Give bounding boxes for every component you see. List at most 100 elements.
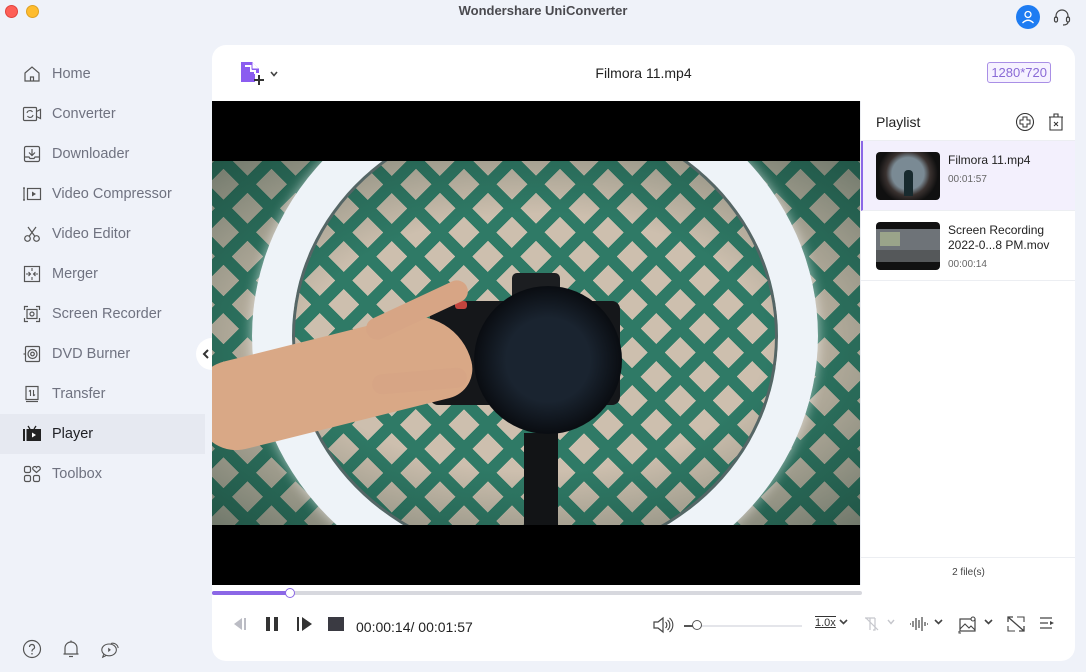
playlist-item[interactable]: Screen Recording 2022-0...8 PM.mov 00:00… (861, 211, 1075, 281)
audio-track-button[interactable] (909, 616, 929, 632)
playlist-toggle-button[interactable] (1039, 616, 1055, 630)
sidebar-item-converter[interactable]: Converter (0, 94, 205, 134)
time-display: 00:00:14/ 00:01:57 (356, 619, 473, 635)
compress-icon (22, 184, 42, 204)
sidebar-item-player[interactable]: Player (0, 414, 205, 454)
playlist-item-name: Screen Recording 2022-0...8 PM.mov (948, 223, 1050, 252)
volume-handle[interactable] (691, 620, 702, 630)
previous-icon (234, 618, 246, 630)
sidebar-item-video-compressor[interactable]: Video Compressor (0, 174, 205, 214)
fullscreen-icon (1007, 616, 1025, 632)
merge-icon (22, 264, 42, 284)
sidebar-item-merger[interactable]: Merger (0, 254, 205, 294)
subtitle-icon (865, 617, 879, 631)
player-panel: Filmora 11.mp4 1280*720 00:00:14/ 00:01:… (212, 45, 1075, 661)
sidebar-item-label: Transfer (52, 386, 106, 402)
scissors-icon (22, 224, 42, 244)
sidebar-item-label: Merger (52, 266, 98, 282)
time-separator: / (410, 619, 415, 635)
chevron-left-icon (202, 349, 209, 359)
feedback-icon[interactable] (100, 638, 120, 660)
chevron-down-icon (839, 619, 848, 625)
playlist-item-duration: 00:00:14 (948, 259, 987, 270)
playlist-panel: Playlist Filmora 11.mp4 00:01:57 Screen … (860, 101, 1075, 585)
playback-controls: 00:00:14/ 00:01:57 1.0x (212, 611, 1075, 641)
sidebar-item-label: Screen Recorder (52, 306, 162, 322)
chevron-down-icon (887, 619, 895, 625)
sidebar-item-label: Video Compressor (52, 186, 172, 202)
sidebar-item-dvd-burner[interactable]: DVD Burner (0, 334, 205, 374)
support-button[interactable] (1050, 5, 1074, 29)
total-time: 00:01:57 (418, 619, 473, 635)
playlist-icon (1040, 617, 1054, 629)
resolution-badge: 1280*720 (987, 62, 1051, 83)
sidebar-bottom-actions (22, 638, 120, 660)
speaker-icon (653, 616, 674, 634)
subtitle-dropdown[interactable] (887, 619, 895, 625)
app-title: Wondershare UniConverter (458, 3, 628, 18)
tv-icon (22, 424, 42, 444)
image-icon (958, 616, 976, 634)
current-time: 00:00:14 (356, 619, 411, 635)
plus-circle-icon (1015, 112, 1035, 132)
playlist-item[interactable]: Filmora 11.mp4 00:01:57 (861, 141, 1075, 211)
help-icon[interactable] (22, 638, 42, 660)
video-viewport[interactable] (212, 101, 860, 585)
sidebar-item-label: Home (52, 66, 91, 82)
sidebar: Home Converter Downloader Video Compress… (0, 54, 205, 494)
disc-icon (22, 344, 42, 364)
next-icon (297, 617, 312, 631)
next-frame-button[interactable] (296, 616, 314, 632)
trash-icon (1049, 113, 1063, 131)
seek-handle[interactable] (285, 588, 295, 598)
seek-fill (212, 591, 290, 595)
sidebar-item-downloader[interactable]: Downloader (0, 134, 205, 174)
sidebar-item-label: Video Editor (52, 226, 131, 242)
previous-button[interactable] (232, 616, 248, 632)
pause-icon (266, 617, 278, 631)
transfer-icon (22, 384, 42, 404)
screenshot-button[interactable] (958, 616, 978, 634)
speed-dropdown[interactable] (839, 619, 848, 625)
subtitle-button[interactable] (864, 616, 880, 632)
sidebar-item-label: DVD Burner (52, 346, 131, 362)
home-icon (22, 64, 42, 84)
file-title: Filmora 11.mp4 (595, 65, 692, 81)
sidebar-item-screen-recorder[interactable]: Screen Recorder (0, 294, 205, 334)
seek-track (212, 591, 862, 595)
account-button[interactable] (1016, 5, 1040, 29)
chevron-down-icon (934, 619, 943, 625)
volume-slider[interactable] (684, 620, 802, 630)
stop-icon (328, 617, 344, 631)
video-thumbnail (876, 222, 940, 270)
sidebar-item-label: Toolbox (52, 466, 102, 482)
top-right-actions (1016, 5, 1074, 29)
bell-icon[interactable] (61, 638, 81, 660)
headset-icon (1053, 9, 1071, 26)
record-screen-icon (22, 304, 42, 324)
seek-bar[interactable] (212, 588, 862, 598)
pause-button[interactable] (264, 616, 280, 632)
sidebar-item-label: Converter (52, 106, 116, 122)
chevron-down-icon (984, 619, 993, 625)
sidebar-item-label: Downloader (52, 146, 130, 162)
sidebar-item-home[interactable]: Home (0, 54, 205, 94)
player-header: Filmora 11.mp4 1280*720 (212, 45, 1075, 101)
camera-lens (474, 286, 622, 434)
fullscreen-button[interactable] (1007, 616, 1025, 632)
playlist-header: Playlist (861, 101, 1075, 141)
stop-button[interactable] (328, 616, 344, 632)
converter-icon (22, 104, 42, 124)
speed-selector[interactable]: 1.0x (815, 616, 836, 630)
add-to-playlist-button[interactable] (1015, 112, 1035, 137)
delete-playlist-button[interactable] (1048, 112, 1064, 137)
screenshot-dropdown[interactable] (984, 619, 993, 625)
volume-button[interactable] (652, 616, 674, 634)
sidebar-item-toolbox[interactable]: Toolbox (0, 454, 205, 494)
download-icon (22, 144, 42, 164)
sidebar-item-label: Player (52, 426, 94, 442)
sidebar-item-transfer[interactable]: Transfer (0, 374, 205, 414)
audio-track-dropdown[interactable] (934, 619, 943, 625)
sidebar-item-video-editor[interactable]: Video Editor (0, 214, 205, 254)
video-thumbnail (876, 152, 940, 200)
